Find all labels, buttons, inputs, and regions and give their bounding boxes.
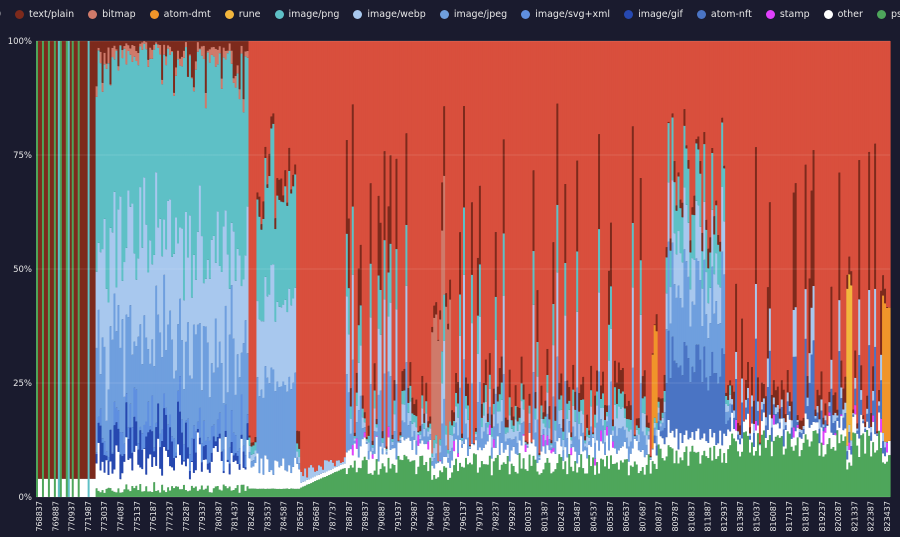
x-tick-label: 791937 <box>394 501 403 532</box>
x-tick-label: 771987 <box>84 501 93 532</box>
x-tick-label: 806637 <box>622 501 631 532</box>
x-tick-label: 778287 <box>182 501 191 532</box>
x-tick-label: 812937 <box>720 501 729 532</box>
x-tick-label: 816087 <box>769 501 778 532</box>
x-tick-label: 782487 <box>247 501 256 532</box>
area-segment <box>888 41 891 308</box>
x-tick-label: 777237 <box>166 501 175 532</box>
x-tick-label: 813987 <box>736 501 745 532</box>
x-tick-label: 819237 <box>818 501 827 532</box>
x-tick-label: 823437 <box>883 501 892 532</box>
x-tick-label: 796137 <box>459 501 468 532</box>
x-tick-label: 820287 <box>834 501 843 532</box>
x-tick-label: 789837 <box>361 501 370 532</box>
x-tick-label: 817137 <box>785 501 794 532</box>
x-tick-label: 769887 <box>51 501 60 532</box>
stacked-area-chart: 100%75%50%25%0%768837 769887 770937 771987 7… <box>8 37 892 532</box>
x-tick-label: 786687 <box>312 501 321 532</box>
x-tick-label: 821337 <box>850 501 859 532</box>
x-tick-label: 822387 <box>867 501 876 532</box>
x-tick-label: 784587 <box>280 501 289 532</box>
x-tick-label: 768837 <box>35 501 44 532</box>
x-tick-label: 783537 <box>263 501 272 532</box>
x-tick-label: 780387 <box>214 501 223 532</box>
x-tick-label: 794037 <box>426 501 435 532</box>
x-tick-label: 797187 <box>475 501 484 532</box>
x-tick-label: 802437 <box>557 501 566 532</box>
x-tick-label: 781437 <box>231 501 240 532</box>
y-tick-label: 0% <box>19 493 33 503</box>
area-segment <box>888 441 891 456</box>
x-axis: 768837 769887 770937 771987 773037 774087 7751… <box>35 501 892 532</box>
x-tick-label: 807687 <box>638 501 647 532</box>
x-tick-label: 773037 <box>100 501 109 532</box>
x-tick-label: 803487 <box>573 501 582 532</box>
x-tick-label: 770937 <box>68 501 77 532</box>
x-tick-label: 774087 <box>117 501 126 532</box>
x-tick-label: 818187 <box>802 501 811 532</box>
area-segment <box>888 455 891 497</box>
x-tick-label: 787737 <box>329 501 338 532</box>
x-tick-label: 798237 <box>492 501 501 532</box>
x-tick-label: 810837 <box>687 501 696 532</box>
area-segment <box>888 307 891 441</box>
y-tick-label: 25% <box>13 379 32 389</box>
x-tick-label: 790887 <box>378 501 387 532</box>
x-tick-label: 795087 <box>443 501 452 532</box>
x-tick-label: 809787 <box>671 501 680 532</box>
x-tick-label: 785637 <box>296 501 305 532</box>
y-tick-label: 75% <box>13 151 32 161</box>
x-tick-label: 775137 <box>133 501 142 532</box>
x-tick-label: 804537 <box>590 501 599 532</box>
x-tick-label: 788787 <box>345 501 354 532</box>
x-tick-label: 800337 <box>524 501 533 532</box>
x-tick-label: 808737 <box>655 501 664 532</box>
x-tick-label: 776187 <box>149 501 158 532</box>
y-tick-label: 100% <box>8 37 32 47</box>
x-tick-label: 805587 <box>606 501 615 532</box>
y-tick-label: 50% <box>13 265 32 275</box>
x-tick-label: 779337 <box>198 501 207 532</box>
x-tick-label: 815037 <box>753 501 762 532</box>
x-tick-label: 811887 <box>704 501 713 532</box>
x-tick-label: 801387 <box>541 501 550 532</box>
x-tick-label: 792987 <box>410 501 419 532</box>
x-tick-label: 799287 <box>508 501 517 532</box>
